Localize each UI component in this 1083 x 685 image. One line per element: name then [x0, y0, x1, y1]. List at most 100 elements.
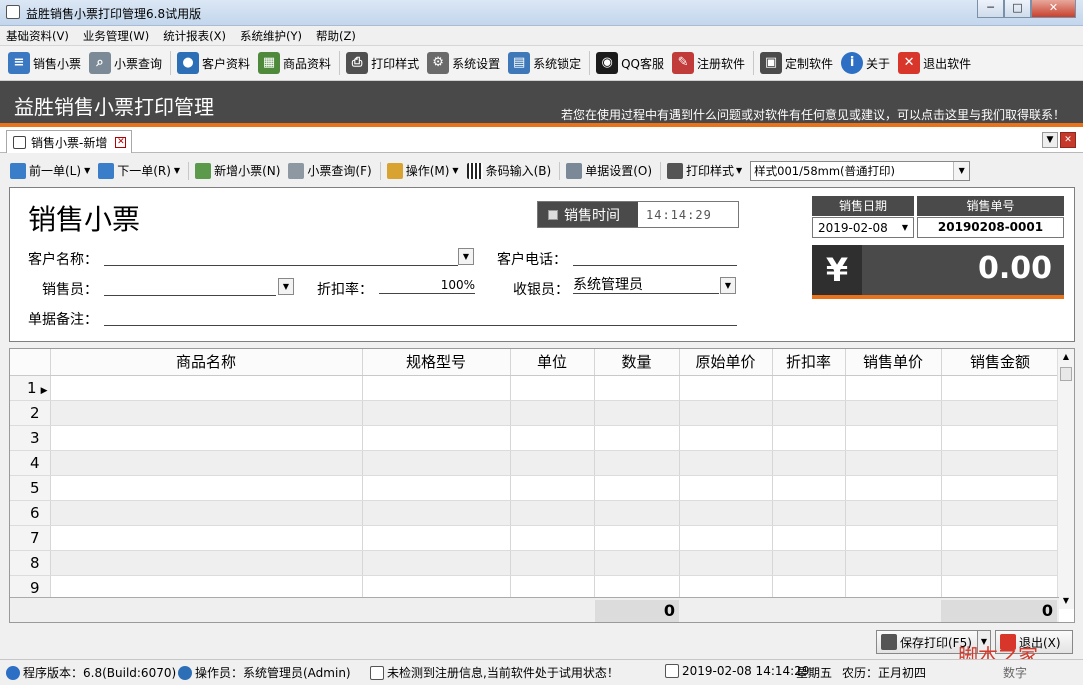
tab-list-dropdown[interactable]: ▼: [1042, 132, 1058, 148]
seller-dropdown-button[interactable]: ▼: [278, 278, 294, 295]
tab-sales-receipt-new[interactable]: 销售小票-新增 ✕: [6, 130, 132, 153]
minimize-button[interactable]: ─: [977, 0, 1004, 18]
discount-input[interactable]: 100%: [379, 274, 475, 294]
grid-cell[interactable]: [679, 400, 773, 426]
grid-cell[interactable]: [362, 500, 511, 526]
grid-cell[interactable]: [362, 525, 511, 551]
grid-cell[interactable]: [941, 425, 1060, 451]
grid-cell[interactable]: [845, 500, 942, 526]
customer-name-input[interactable]: [104, 246, 458, 266]
grid-cell[interactable]: [845, 400, 942, 426]
seller-input[interactable]: [104, 276, 276, 296]
cashier-input[interactable]: 系统管理员: [573, 274, 719, 294]
grid-cell[interactable]: [772, 525, 846, 551]
grid-cell[interactable]: [50, 475, 363, 501]
grid-cell[interactable]: [941, 500, 1060, 526]
grid-cell[interactable]: [845, 475, 942, 501]
sale-date-picker[interactable]: 2019-02-08 ▼: [812, 217, 914, 238]
table-row[interactable]: 1 ▶: [10, 375, 1060, 401]
grid-cell[interactable]: [845, 375, 942, 401]
grid-cell[interactable]: [594, 425, 680, 451]
menu-maintenance[interactable]: 系统维护(Y): [240, 28, 302, 44]
col-header[interactable]: 销售单价: [845, 349, 942, 376]
menu-reports[interactable]: 统计报表(X): [163, 28, 226, 44]
scroll-down-icon[interactable]: ▼: [1058, 593, 1074, 609]
grid-cell[interactable]: [362, 375, 511, 401]
customer-dropdown-button[interactable]: ▼: [458, 248, 474, 265]
grid-cell[interactable]: [772, 375, 846, 401]
table-row[interactable]: 2: [10, 400, 1060, 426]
grid-cell[interactable]: [594, 500, 680, 526]
grid-cell[interactable]: [50, 400, 363, 426]
grid-cell[interactable]: [941, 450, 1060, 476]
toolbar-lock-button[interactable]: ▤ 系统锁定: [508, 49, 583, 77]
toolbar-custom-button[interactable]: ▣ 定制软件: [760, 49, 835, 77]
grid-cell[interactable]: [772, 475, 846, 501]
toolbar-print-style-button[interactable]: ⎙ 打印样式: [346, 49, 421, 77]
checkbox[interactable]: [548, 209, 558, 220]
toolbar-settings-button[interactable]: ⚙ 系统设置: [427, 49, 502, 77]
new-receipt-button[interactable]: 新增小票(N): [195, 157, 282, 185]
grid-cell[interactable]: [594, 475, 680, 501]
grid-cell[interactable]: [845, 550, 942, 576]
grid-cell[interactable]: [510, 475, 595, 501]
query-receipt-button[interactable]: 小票查询(F): [288, 157, 373, 185]
grid-cell[interactable]: [594, 375, 680, 401]
sale-time-toggle[interactable]: 销售时间: [538, 202, 638, 227]
grid-cell[interactable]: [510, 500, 595, 526]
print-style-menu-button[interactable]: 打印样式 ▼: [667, 157, 744, 185]
vertical-scrollbar[interactable]: ▲ ▼: [1057, 349, 1074, 609]
table-row[interactable]: 3: [10, 425, 1060, 451]
grid-cell[interactable]: [772, 550, 846, 576]
col-header[interactable]: 单位: [510, 349, 595, 376]
col-header[interactable]: 销售金额: [941, 349, 1060, 376]
grid-cell[interactable]: [772, 450, 846, 476]
toolbar-receipt-query-button[interactable]: ⌕ 小票查询: [89, 49, 164, 77]
table-row[interactable]: 4: [10, 450, 1060, 476]
scroll-up-icon[interactable]: ▲: [1058, 349, 1074, 365]
barcode-input-button[interactable]: 条码输入(B): [466, 157, 554, 185]
grid-cell[interactable]: [679, 550, 773, 576]
note-input[interactable]: [104, 306, 737, 326]
col-header[interactable]: 商品名称: [50, 349, 363, 376]
grid-cell[interactable]: [50, 425, 363, 451]
grid-cell[interactable]: [941, 550, 1060, 576]
toolbar-customers-button[interactable]: ● 客户资料: [177, 49, 252, 77]
toolbar-exit-button[interactable]: ✕ 退出软件: [898, 49, 973, 77]
table-row[interactable]: 8: [10, 550, 1060, 576]
grid-cell[interactable]: [50, 450, 363, 476]
table-row[interactable]: 5: [10, 475, 1060, 501]
cashier-dropdown-button[interactable]: ▼: [720, 277, 736, 294]
close-button[interactable]: ✕: [1031, 0, 1076, 18]
table-row[interactable]: 7: [10, 525, 1060, 551]
grid-cell[interactable]: [594, 450, 680, 476]
grid-cell[interactable]: [362, 450, 511, 476]
customer-phone-input[interactable]: [573, 246, 737, 266]
grid-cell[interactable]: [679, 525, 773, 551]
sale-time-field[interactable]: 14:14:29: [638, 208, 738, 222]
next-receipt-button[interactable]: 下一单(R) ▼: [98, 157, 182, 185]
grid-cell[interactable]: [510, 375, 595, 401]
document-settings-button[interactable]: 单据设置(O): [566, 157, 654, 185]
grid-cell[interactable]: [50, 500, 363, 526]
grid-cell[interactable]: [772, 425, 846, 451]
col-header[interactable]: 规格型号: [362, 349, 511, 376]
grid-cell[interactable]: [941, 400, 1060, 426]
grid-cell[interactable]: [845, 450, 942, 476]
grid-cell[interactable]: [845, 425, 942, 451]
grid-cell[interactable]: [941, 525, 1060, 551]
toolbar-register-button[interactable]: ✎ 注册软件: [672, 49, 747, 77]
grid-cell[interactable]: [510, 525, 595, 551]
print-style-select[interactable]: 样式001/58mm(普通打印) ▼: [750, 160, 971, 181]
grid-cell[interactable]: [772, 500, 846, 526]
tab-close-icon[interactable]: ✕: [115, 136, 127, 148]
grid-cell[interactable]: [845, 525, 942, 551]
col-header[interactable]: 数量: [594, 349, 680, 376]
grid-cell[interactable]: [362, 475, 511, 501]
toolbar-about-button[interactable]: i 关于: [841, 49, 892, 77]
grid-cell[interactable]: [510, 425, 595, 451]
grid-cell[interactable]: [594, 525, 680, 551]
grid-cell[interactable]: [510, 400, 595, 426]
grid-cell[interactable]: [362, 425, 511, 451]
grid-cell[interactable]: [941, 375, 1060, 401]
